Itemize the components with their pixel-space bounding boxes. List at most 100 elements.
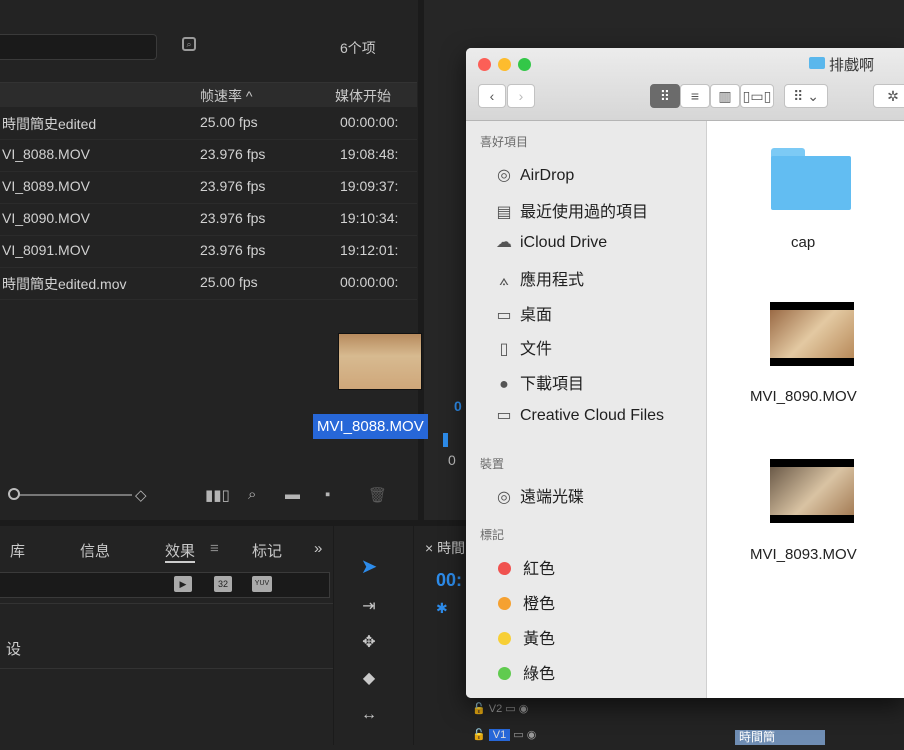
search-icon[interactable]: ⌕ [248,486,256,503]
sidebar-label: iCloud Drive [520,234,608,251]
downloads-icon: ● [499,376,509,393]
ripple-edit-tool-icon[interactable]: ✥ [358,632,380,654]
timeline-tab[interactable]: × 時間 [425,538,465,558]
tab-effects[interactable]: 效果 [165,540,196,563]
dragged-clip-thumbnail[interactable] [338,333,422,390]
effects-list-item[interactable]: 设 [6,638,21,659]
file-name[interactable]: MVI_8093.MOV [750,546,857,563]
find-icon[interactable]: ⌕ [182,37,196,51]
monitor-timecode-2: 0 [448,452,456,468]
timeline-timecode[interactable]: 00: [436,570,462,591]
project-row[interactable]: VI_8090.MOV 23.976 fps 19:10:34: [0,203,417,236]
project-search-input[interactable] [0,34,157,60]
sidebar-item-creative-cloud[interactable]: ▭ Creative Cloud Files [494,405,664,429]
new-bin-icon[interactable]: ▬ [285,486,300,503]
orange-tag-icon [498,597,511,610]
sidebar-label: 下載項目 [520,376,585,393]
sidebar-item-documents[interactable]: ▯ 文件 [494,335,552,359]
folder-item-cap[interactable] [771,148,851,210]
panel-menu-icon[interactable]: ≡ [210,540,219,557]
lock-icon[interactable]: 🔓 [472,729,486,741]
lock-icon[interactable]: 🔓 [472,703,486,715]
project-row[interactable]: VI_8089.MOV 23.976 fps 19:09:37: [0,171,417,204]
selection-tool-icon[interactable]: ➤ [358,556,380,578]
playhead-marker[interactable] [443,433,448,447]
separator [0,603,333,604]
32bit-effects-icon[interactable]: 32 [214,576,232,592]
clip-fps: 25.00 fps [200,274,258,290]
sidebar-tag-orange[interactable]: 橙色 [494,590,555,614]
clip-name: 時間簡史edited [2,116,97,132]
snap-icon[interactable]: ✱ [436,600,448,617]
close-button[interactable] [478,58,491,71]
project-row[interactable]: VI_8088.MOV 23.976 fps 19:08:48: [0,139,417,172]
timeline-clip[interactable]: 時間簡 [735,730,825,745]
track-select-tool-icon[interactable]: ⇥ [358,596,380,618]
sort-icon[interactable]: ◇ [135,486,147,504]
sidebar-label: 文件 [520,341,553,358]
video-thumbnail[interactable] [770,459,854,523]
sidebar-tag-yellow[interactable]: 黃色 [494,625,555,649]
media-start-column-header[interactable]: 媒体开始 [335,86,391,106]
track-v2[interactable]: 🔓 V2 ▭ ◉ [472,702,528,724]
forward-button[interactable]: › [507,84,535,108]
sidebar-label: 遠端光碟 [520,489,585,506]
sidebar-tag-green[interactable]: 綠色 [494,660,555,684]
zoom-button[interactable] [518,58,531,71]
track-v1[interactable]: 🔓 V1 ▭ ◉ [472,728,536,750]
clip-name: VI_8088.MOV [2,146,90,162]
tags-header: 標記 [480,528,505,542]
thumbnail-image [770,310,854,358]
new-item-icon[interactable]: ▪ [325,486,330,503]
sidebar-item-airdrop[interactable]: ◎ AirDrop [494,165,574,189]
clip-fps: 23.976 fps [200,242,266,258]
sidebar-item-downloads[interactable]: ● 下載項目 [494,370,584,394]
zoom-slider-handle[interactable] [8,488,20,500]
sidebar-item-icloud[interactable]: ☁ iCloud Drive [494,232,607,256]
disc-icon: ◎ [497,489,511,506]
sidebar-item-remote-disc[interactable]: ◎ 遠端光碟 [494,483,584,507]
clip-start: 19:08:48: [340,146,399,162]
documents-icon: ▯ [499,341,509,358]
zoom-slider-track[interactable] [12,494,132,496]
video-thumbnail[interactable] [770,302,854,366]
project-row[interactable]: 時間簡史edited 25.00 fps 00:00:00: [0,107,417,140]
effects-search-input[interactable] [0,572,330,598]
slip-tool-icon[interactable]: ↔ [358,704,380,726]
tab-info[interactable]: 信息 [80,540,110,561]
column-view-button[interactable]: ▥ [710,84,740,108]
file-name[interactable]: MVI_8090.MOV [750,388,857,405]
freeform-view-icon[interactable]: ▮▮▯ [205,486,230,504]
airdrop-icon: ◎ [497,167,511,184]
accelerated-effects-icon[interactable]: ▶ [174,576,192,592]
icon-view-button[interactable]: ⠿ [650,84,680,108]
framerate-column-header[interactable]: 帧速率 ^ [200,86,252,106]
icloud-icon: ☁ [496,234,512,251]
tab-markers[interactable]: 标记 [252,540,282,561]
clip-name: VI_8090.MOV [2,210,90,226]
applications-icon: ⟑ [499,272,509,289]
project-row[interactable]: VI_8091.MOV 23.976 fps 19:12:01: [0,235,417,268]
arrange-button[interactable]: ⠿ ⌄ [784,84,828,108]
file-name[interactable]: cap [791,234,815,251]
minimize-button[interactable] [498,58,511,71]
project-row[interactable]: 時間簡史edited.mov 25.00 fps 00:00:00: [0,267,417,300]
cover-flow-button[interactable]: ▯▭▯ [740,84,774,108]
overflow-tabs-icon[interactable]: » [314,540,322,557]
folder-icon [771,156,851,210]
razor-tool-icon[interactable]: ◆ [358,668,380,690]
project-column-header: 帧速率 ^ 媒体开始 [0,82,417,107]
sidebar-item-desktop[interactable]: ▭ 桌面 [494,301,552,325]
sidebar-tag-red[interactable]: 紅色 [494,555,555,579]
sidebar-label: Creative Cloud Files [520,407,665,424]
sidebar-item-recents[interactable]: ▤ 最近使用過的項目 [494,198,648,222]
gear-icon[interactable]: ✲ [873,84,904,108]
sidebar-item-applications[interactable]: ⟑ 應用程式 [494,266,584,290]
window-title-text: 排戲啊 [829,57,875,74]
track-label: V1 [488,729,511,741]
back-button[interactable]: ‹ [478,84,506,108]
trash-icon[interactable]: 🗑 [368,486,387,504]
list-view-button[interactable]: ≡ [680,84,710,108]
tab-library[interactable]: 库 [10,540,25,561]
yuv-effects-icon[interactable]: YUV [252,576,272,592]
